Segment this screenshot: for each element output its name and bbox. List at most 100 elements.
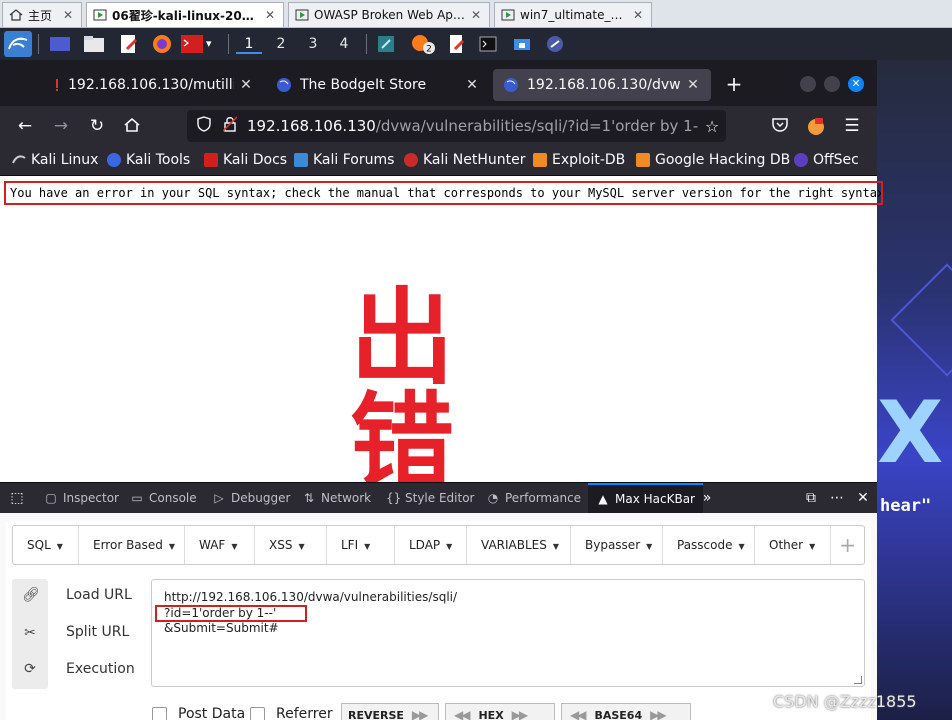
new-tab-button[interactable]: + [724,72,744,96]
firefox-task-icon[interactable]: 2 [410,34,436,55]
bookmark-kali-forums[interactable]: Kali Forums [294,152,394,168]
globe-icon [276,77,292,93]
bookmark-kali-tools[interactable]: Kali Tools [107,152,190,168]
tab-inspector[interactable]: ▢ Inspector [44,483,119,513]
bookmark-exploit-db[interactable]: Exploit-DB [533,152,625,168]
dock-icon[interactable]: ⧉ [802,483,820,513]
more-tabs-icon[interactable]: » [698,483,716,513]
browser-tab-dvwa[interactable]: 192.168.106.130/dvwa/vul ✕ [493,69,711,101]
app-icon[interactable] [376,34,396,54]
menu-passcode[interactable]: Passcode ▼ [663,526,755,564]
hackbar-url-textarea[interactable]: http://192.168.106.130/dvwa/vulnerabilit… [151,579,865,687]
close-icon[interactable]: ✕ [263,8,277,22]
pocket-icon[interactable] [770,116,790,136]
post-data-checkbox[interactable] [152,707,167,720]
menu-lfi[interactable]: LFI ▼ [327,526,395,564]
inspector-icon: ▢ [45,491,57,505]
bookmark-offsec[interactable]: OffSec [794,152,859,168]
execution-button[interactable]: Execution [66,661,135,677]
menu-bypasser[interactable]: Bypasser ▼ [571,526,663,564]
tab-performance[interactable]: ◔ Performance [486,483,581,513]
menu-waf[interactable]: WAF ▼ [185,526,255,564]
terminal-icon[interactable] [180,34,204,54]
tab-max-hackbar[interactable]: ▲ Max HacKBar [588,483,703,513]
tab-network[interactable]: ⇅ Network [302,483,371,513]
bookmark-kali-nethunter[interactable]: Kali NetHunter [404,152,525,168]
desktop-icon[interactable] [48,34,72,54]
lock-icon[interactable] [221,116,239,136]
forward-icon[interactable]: → [51,116,71,136]
vm-tab-kali[interactable]: 06翟珍-kali-linux-2023.1-... ✕ [86,2,284,27]
devtools-toolbar: ⬚ ▢ Inspector ▭ Console ▷ Debugger ⇅ Network… [0,483,877,513]
close-icon[interactable]: ✕ [238,77,254,93]
editor-task-icon[interactable] [446,34,466,54]
minimize-button[interactable] [800,76,816,92]
menu-other[interactable]: Other ▼ [755,526,831,564]
kali-menu-icon[interactable] [4,31,32,57]
star-icon[interactable]: ☆ [698,117,726,136]
navigation-bar: ← → ↻ 192.168.106.130 /dvwa/vulnerabilit… [0,106,877,146]
close-icon[interactable]: ✕ [469,8,483,22]
url-bar[interactable]: 192.168.106.130 /dvwa/vulnerabilities/sq… [187,110,726,142]
load-url-button[interactable]: Load URL [66,587,132,603]
svg-text:2: 2 [426,45,432,55]
back-icon[interactable]: ← [15,116,35,136]
workspace-4[interactable]: 4 [331,34,357,54]
arrow-left-icon: ◀◀ [570,708,587,720]
reverse-button[interactable]: REVERSE ▶▶ [341,703,439,720]
base64-button[interactable]: ◀◀ BASE64 ▶▶ [561,703,691,720]
refresh-icon[interactable]: ⟳ [22,661,38,677]
referrer-checkbox[interactable] [250,707,265,720]
maximize-button[interactable] [824,76,840,92]
bookmark-kali-linux[interactable]: Kali Linux [12,152,98,168]
browser-tab-bodgeit[interactable]: The BodgeIt Store ✕ [266,69,490,101]
firefox-icon[interactable] [150,34,174,54]
tab-style-editor[interactable]: {} Style Editor [386,483,474,513]
chevron-down-icon[interactable]: ▾ [206,34,220,54]
file-manager-icon[interactable] [82,34,106,54]
picker-icon[interactable]: ⬚ [8,483,26,513]
menu-xss[interactable]: XSS ▼ [255,526,327,564]
folder-task-icon[interactable] [512,34,532,54]
link-icon[interactable]: 🔗︎ [22,587,40,603]
close-devtools-icon[interactable]: ✕ [854,483,872,513]
workspace-2[interactable]: 2 [268,34,294,54]
vm-tab-owasp[interactable]: OWASP Broken Web Apps VM... ✕ [288,2,490,27]
close-window-button[interactable]: ✕ [848,76,864,92]
menu-variables[interactable]: VARIABLES ▼ [467,526,571,564]
bookmark-kali-docs[interactable]: Kali Docs [204,152,287,168]
workspace-3[interactable]: 3 [300,34,326,54]
offsec-icon [794,153,808,167]
extension-icon[interactable] [806,116,826,136]
hamburger-menu-icon[interactable]: ☰ [842,116,862,136]
workspace-1[interactable]: 1 [236,34,262,54]
home-icon[interactable] [122,116,142,136]
reload-icon[interactable]: ↻ [87,116,107,136]
bookmark-google-hacking-db[interactable]: Google Hacking DB [636,152,790,168]
menu-ldap[interactable]: LDAP ▼ [395,526,467,564]
referrer-label: Referrer [276,706,333,720]
text-editor-icon[interactable] [116,34,140,54]
close-icon[interactable]: ✕ [464,77,480,93]
close-icon[interactable]: ✕ [631,8,645,22]
menu-error-based[interactable]: Error Based ▼ [79,526,185,564]
burp-task-icon[interactable] [544,34,566,54]
hex-button[interactable]: ◀◀ HEX ▶▶ [445,703,555,720]
split-url-button[interactable]: Split URL [66,624,129,640]
scissors-icon[interactable]: ✂ [22,625,38,641]
close-icon[interactable]: ✕ [61,8,75,22]
url-host: 192.168.106.130 [247,117,376,135]
resize-handle[interactable] [854,676,862,684]
more-options-icon[interactable]: ⋯ [828,483,846,513]
menu-sql[interactable]: SQL ▼ [13,526,79,564]
tab-debugger[interactable]: ▷ Debugger [212,483,290,513]
vm-tab-win7[interactable]: win7_ultimate_sp1 ✕ [494,2,652,27]
add-icon[interactable]: + [839,526,856,564]
vm-tab-home[interactable]: 主页 ✕ [2,2,82,27]
style-editor-icon: {} [386,491,402,505]
close-icon[interactable]: ✕ [685,77,701,93]
browser-tab-mutillidae[interactable]: 192.168.106.130/mutillida ✕ [44,69,264,101]
terminal-task-icon[interactable] [478,34,498,54]
tab-console[interactable]: ▭ Console [130,483,196,513]
shield-icon[interactable] [195,116,213,136]
